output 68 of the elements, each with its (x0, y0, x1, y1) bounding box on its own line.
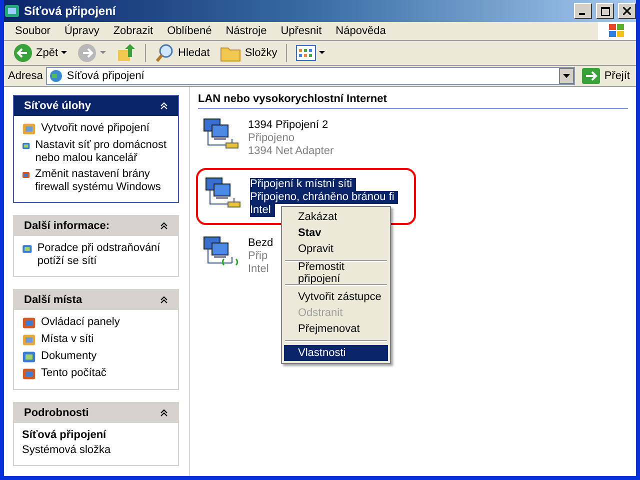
task-icon (22, 316, 36, 330)
menu-option[interactable]: Opravit (284, 241, 388, 257)
connection-status: Přip (248, 250, 268, 263)
connection-name[interactable]: Připojení k místní síti (250, 178, 356, 191)
menu-option[interactable]: Přejmenovat (284, 321, 388, 337)
task-link[interactable]: Poradce při odstraňování potíží se sítí (37, 242, 174, 268)
task-icon (22, 350, 36, 364)
task-link[interactable]: Změnit nastavení brány firewall systému Windows (34, 168, 174, 194)
task-link[interactable]: Dokumenty (41, 350, 97, 363)
details-title: Síťová připojení (22, 429, 108, 441)
maximize-button[interactable] (596, 3, 614, 19)
connection-status: Připojeno (248, 132, 294, 145)
panel-title: Další místa (24, 294, 82, 306)
task-link[interactable]: Vytvořit nové připojení (41, 122, 150, 135)
menu-item[interactable]: Nápověda (328, 25, 393, 37)
folders-button[interactable]: Složky (216, 44, 280, 62)
menu-item[interactable]: Úpravy (57, 25, 106, 37)
address-label: Adresa (8, 70, 43, 82)
group-title: LAN nebo vysokorychlostní Internet (198, 93, 628, 109)
task-icon (22, 122, 36, 136)
connection-adapter: Intel (248, 263, 269, 276)
caret-icon (563, 74, 570, 78)
menu-item[interactable]: Oblíbené (160, 25, 219, 37)
maximize-icon (600, 6, 610, 16)
go-button[interactable]: Přejít (578, 68, 634, 84)
connection-adapter: 1394 Net Adapter (248, 145, 334, 158)
close-button[interactable] (618, 3, 636, 19)
views-icon (296, 45, 316, 61)
go-arrow-icon (582, 68, 600, 84)
connection-name[interactable]: 1394 Připojení 2 (248, 119, 328, 132)
caret-icon (61, 51, 68, 55)
menu-item[interactable]: Zobrazit (106, 25, 160, 37)
panel-title: Síťové úlohy (24, 100, 92, 112)
collapse-icon[interactable] (160, 296, 168, 304)
dropdown-button[interactable] (559, 68, 574, 84)
menu-item[interactable]: Soubor (8, 25, 58, 37)
menu-option[interactable]: Vlastnosti (284, 345, 388, 361)
close-icon (623, 7, 631, 15)
caret-icon (319, 51, 326, 55)
menu-option[interactable]: Stav (284, 225, 388, 241)
folder-up-icon (116, 43, 136, 63)
details-subtitle: Systémová složka (22, 444, 112, 457)
search-button[interactable]: Hledat (152, 43, 213, 63)
menu-item[interactable]: Nástroje (218, 25, 274, 37)
panel-title: Další informace: (24, 220, 110, 232)
task-icon (22, 242, 32, 256)
menu-item[interactable]: Upřesnit (274, 25, 329, 37)
menu-option[interactable]: Vytvořit zástupce (284, 289, 388, 305)
task-link[interactable]: Místa v síti (41, 333, 94, 346)
minimize-button[interactable] (574, 3, 592, 19)
collapse-icon[interactable] (160, 409, 168, 417)
task-link[interactable]: Tento počítač (41, 367, 106, 380)
menu-option[interactable]: Zakázat (284, 209, 388, 225)
task-icon (22, 333, 36, 347)
collapse-icon[interactable] (160, 222, 168, 230)
panel-title: Podrobnosti (24, 407, 89, 419)
connection-adapter: Intel (250, 204, 275, 217)
connection-status: Připojeno, chráněno bránou fi (250, 191, 398, 204)
connection-name[interactable]: Bezd (248, 237, 274, 250)
address-field[interactable]: Síťová připojení (46, 67, 576, 85)
windows-flag-icon (598, 22, 636, 40)
caret-icon (100, 51, 106, 55)
search-icon (155, 43, 176, 63)
window-title: Síťová připojení (24, 4, 117, 18)
task-link[interactable]: Nastavit síť pro domácnost nebo malou kancelář (35, 139, 174, 165)
task-icon (22, 367, 36, 381)
task-link[interactable]: Ovládací panely (41, 316, 120, 329)
back-button[interactable]: Zpět (10, 43, 70, 63)
